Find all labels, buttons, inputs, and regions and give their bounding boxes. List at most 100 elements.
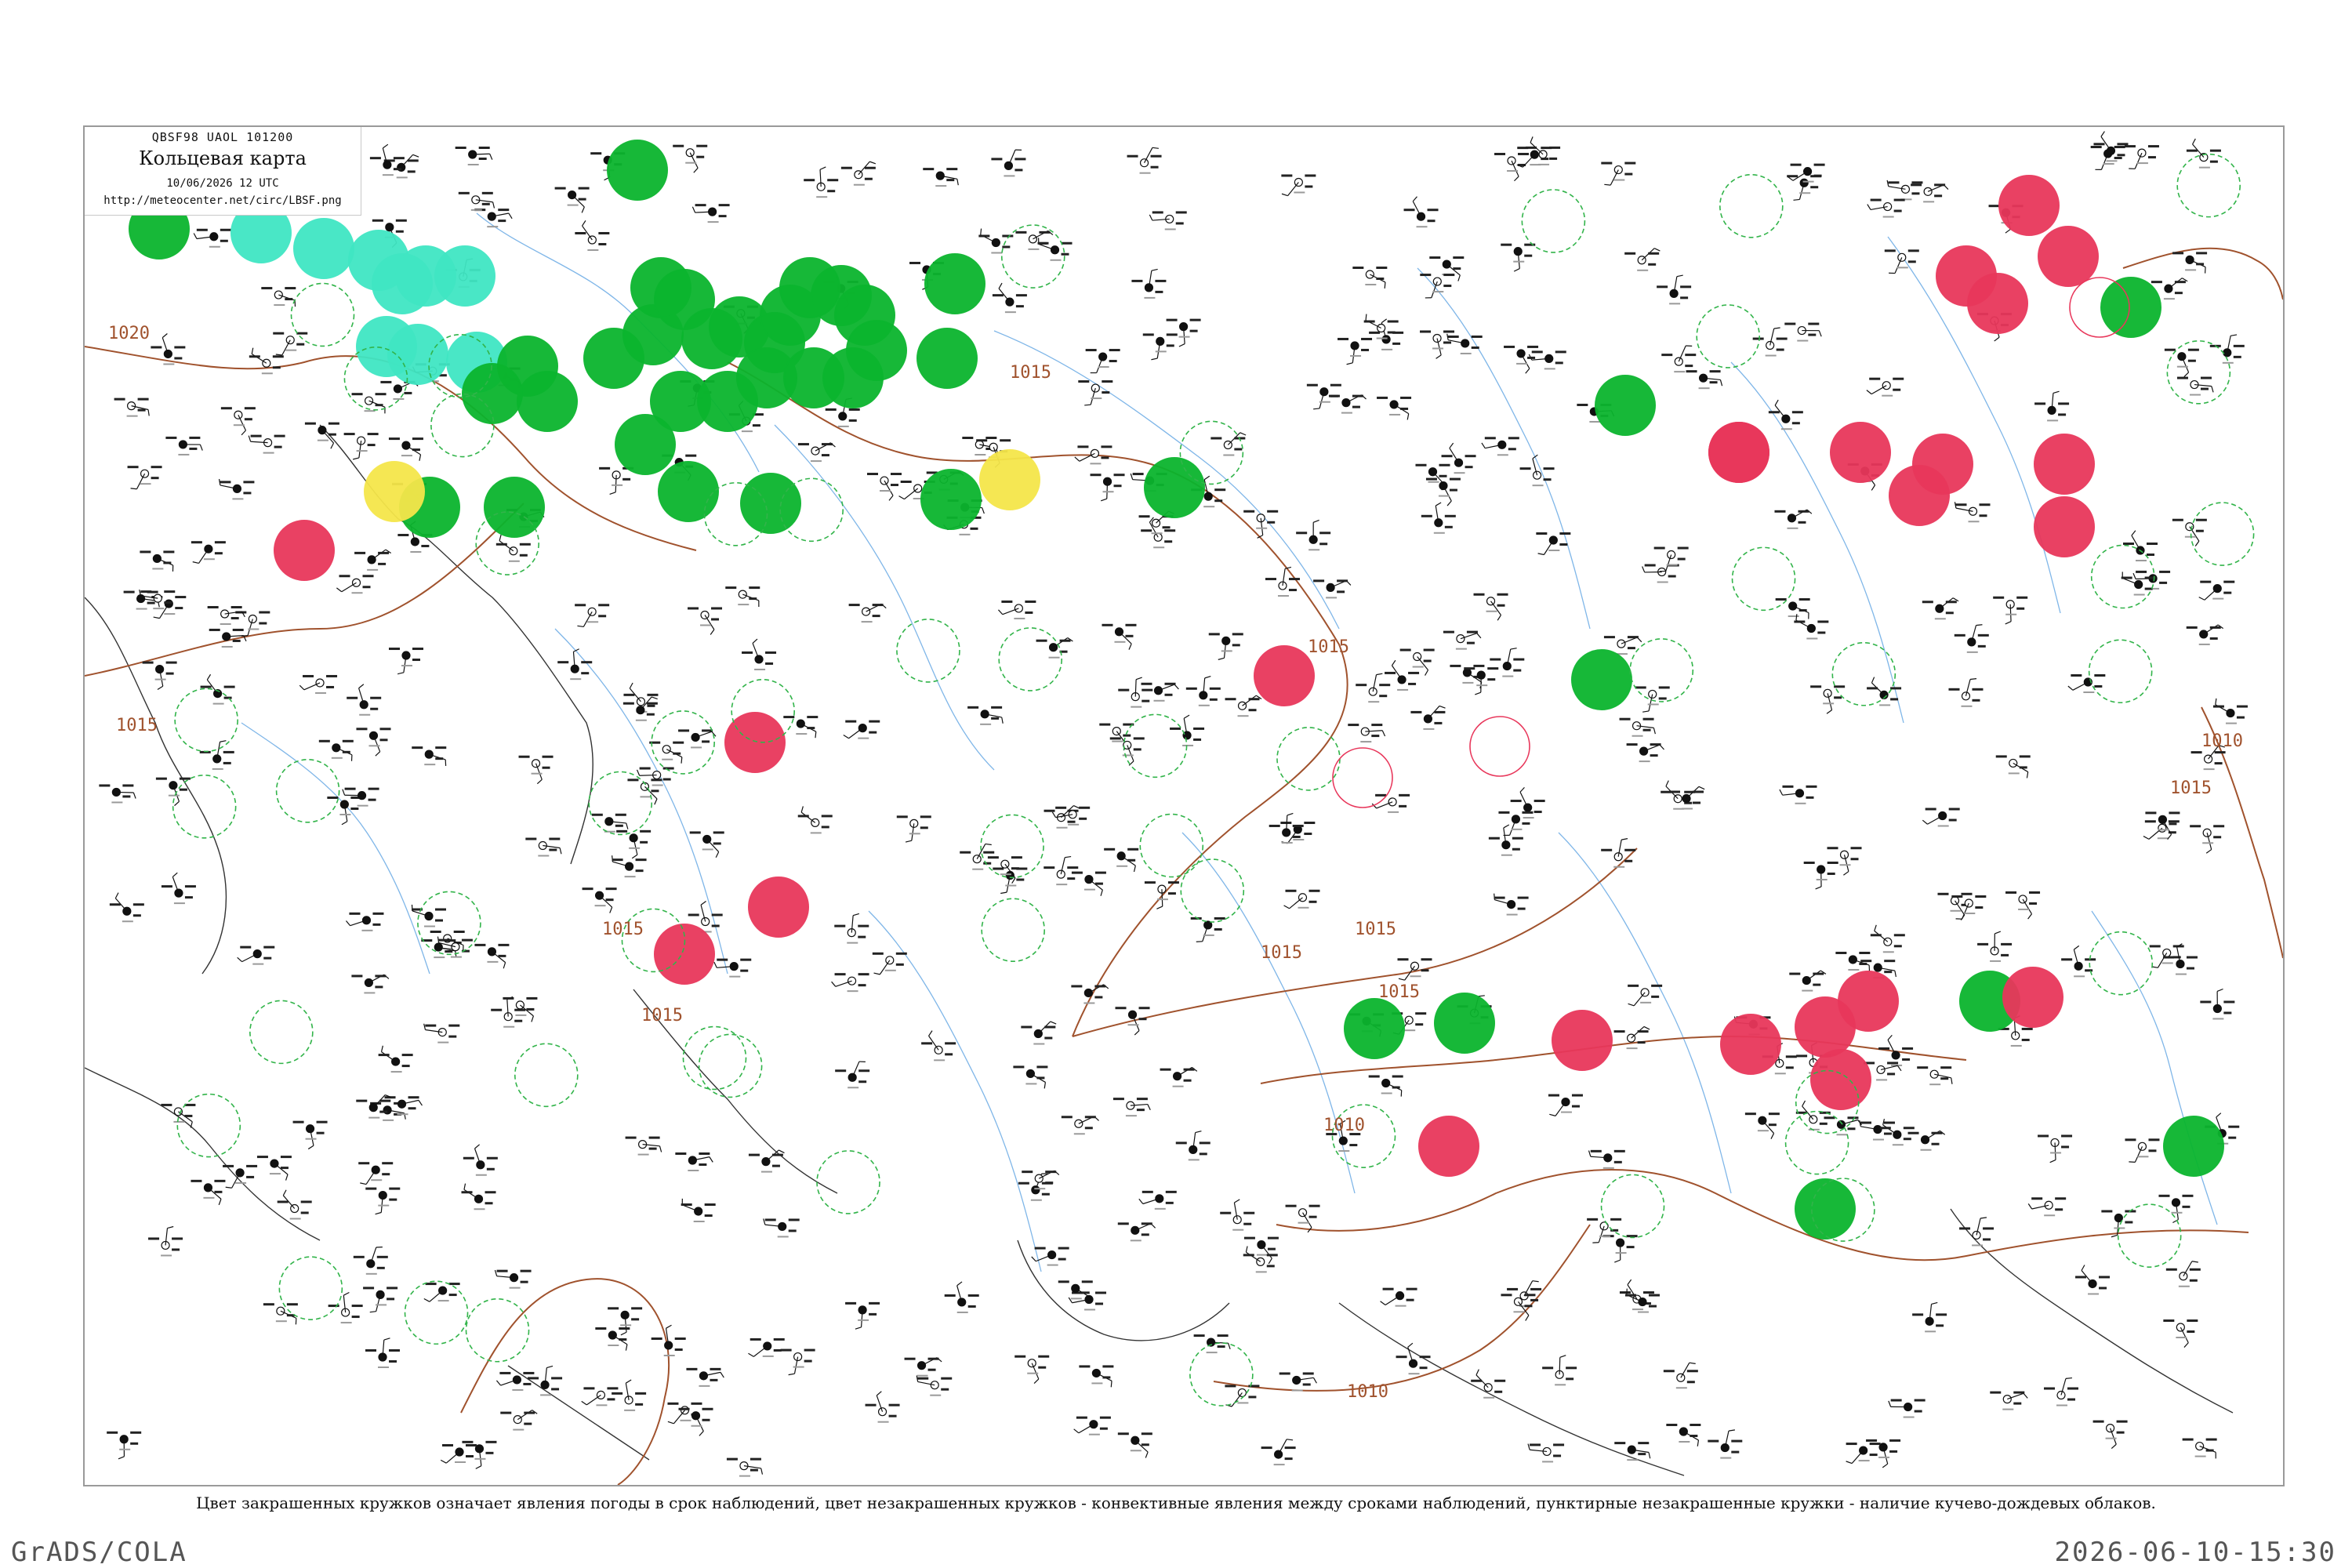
obs-mark (1102, 1376, 1111, 1379)
barb-feather (1425, 670, 1429, 676)
station-id-mark (470, 209, 482, 211)
wind-barb (517, 1410, 533, 1421)
barb-feather (1133, 866, 1136, 873)
obs-mark (220, 228, 231, 231)
obs-mark (1166, 333, 1178, 336)
barb-feather (2100, 131, 2105, 137)
station (1624, 248, 1661, 271)
station-id-mark (1544, 368, 1555, 370)
cb-ring (1331, 1104, 1396, 1168)
obs-mark (2236, 705, 2248, 708)
barb-feather (237, 956, 243, 963)
obs-mark (848, 408, 860, 411)
station-id-mark (1548, 550, 1560, 552)
station (557, 648, 593, 681)
obs-mark (524, 1411, 535, 1414)
obs-mark (461, 938, 473, 942)
station-id-mark (393, 397, 405, 400)
barb-feather (1287, 812, 1294, 816)
obs-mark (917, 1377, 929, 1380)
obs-mark (2021, 1038, 2030, 1041)
obs-mark (2031, 1197, 2043, 1200)
station (351, 393, 387, 414)
station-id-mark (1395, 1305, 1406, 1307)
obs-mark (130, 1442, 139, 1445)
obs-mark (1183, 1068, 1195, 1071)
obs-mark (1888, 181, 1900, 184)
barb-feather (631, 854, 638, 859)
station-id-mark (487, 226, 499, 228)
station-id-mark (1657, 581, 1668, 583)
synoptic-map[interactable]: 1020 1015 1015 1015 1015 1015 1010 1010 1015 1010… (83, 125, 2285, 1486)
obs-mark (1166, 344, 1174, 347)
station-id-mark (1014, 617, 1025, 619)
barb-feather (1481, 442, 1486, 448)
station-id-mark (1858, 1460, 1870, 1462)
station-id-mark (594, 905, 606, 907)
station-id-mark (816, 196, 828, 198)
station (1993, 596, 2028, 625)
station-id-mark (1501, 854, 1512, 856)
obs-mark (1131, 279, 1143, 282)
obs-mark (127, 466, 139, 469)
thunderstorm-circle (1998, 175, 2060, 236)
station (748, 1149, 785, 1173)
station-id-mark (1350, 354, 1362, 357)
barb-feather (1922, 819, 1928, 825)
obs-mark (458, 191, 470, 194)
obs-mark (1162, 526, 1171, 529)
wind-barb (1289, 897, 1303, 909)
obs-mark (1959, 1227, 1971, 1230)
station-id-mark (2185, 269, 2197, 271)
obs-mark (175, 607, 183, 610)
station (923, 168, 959, 187)
station (220, 407, 256, 436)
obs-mark (1951, 895, 1963, 898)
barb-feather (1931, 1301, 1938, 1305)
thunderstorm-circle (2034, 434, 2095, 495)
obs-mark (214, 541, 226, 544)
barb-feather (779, 1149, 785, 1154)
rain-circle (615, 414, 676, 475)
barb-feather (1866, 390, 1872, 395)
station (1501, 243, 1536, 272)
obs-mark (1095, 1291, 1107, 1294)
station-id-mark (972, 868, 984, 870)
obs-mark (1118, 688, 1130, 691)
obs-mark (1527, 356, 1536, 359)
barb-feather (1843, 871, 1849, 876)
obs-mark (1304, 833, 1312, 836)
barb-feather (713, 961, 717, 968)
station-id-mark (754, 668, 766, 670)
barb-feather (699, 1431, 704, 1436)
station-id-mark (858, 1319, 869, 1321)
station (763, 1218, 800, 1238)
obs-mark (1658, 686, 1670, 689)
obs-mark (1392, 1086, 1400, 1089)
obs-mark (344, 787, 356, 790)
barb-feather (1346, 362, 1353, 365)
station-id-mark (2163, 298, 2175, 300)
wind-barb (1851, 1450, 1864, 1465)
barb-feather (2027, 1203, 2033, 1210)
barb-feather (2067, 685, 2074, 691)
station (1044, 855, 1079, 886)
obs-mark (2038, 1134, 2049, 1138)
obs-mark (1619, 1291, 1631, 1294)
obs-mark (1379, 684, 1391, 687)
barb-feather (218, 1199, 222, 1206)
barb-feather (1648, 1452, 1651, 1459)
map-url[interactable]: http://meteocenter.net/circ/LBSF.png (85, 194, 361, 207)
station-id-mark (285, 349, 297, 351)
river-7 (868, 910, 1042, 1272)
obs-mark (1690, 1434, 1698, 1437)
station (748, 1338, 785, 1357)
obs-mark (1425, 477, 1437, 481)
obs-mark (1415, 1023, 1424, 1026)
barb-feather (352, 457, 360, 460)
obs-mark (1044, 1036, 1053, 1040)
obs-mark (1133, 748, 1142, 751)
station-id-mark (351, 592, 363, 594)
obs-mark (1776, 348, 1784, 351)
station (1542, 1355, 1577, 1386)
